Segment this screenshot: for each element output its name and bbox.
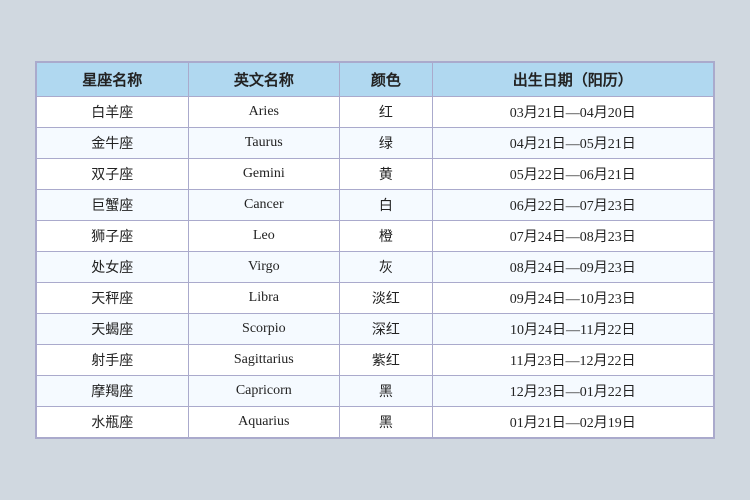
cell-chinese-name: 处女座 <box>37 252 189 283</box>
table-row: 摩羯座Capricorn黑12月23日—01月22日 <box>37 376 714 407</box>
cell-color: 红 <box>340 97 433 128</box>
cell-chinese-name: 天蝎座 <box>37 314 189 345</box>
table-row: 天秤座Libra淡红09月24日—10月23日 <box>37 283 714 314</box>
table-row: 水瓶座Aquarius黑01月21日—02月19日 <box>37 407 714 438</box>
table-header-row: 星座名称 英文名称 颜色 出生日期（阳历） <box>37 63 714 97</box>
cell-color: 深红 <box>340 314 433 345</box>
cell-dates: 05月22日—06月21日 <box>432 159 713 190</box>
cell-english-name: Taurus <box>188 128 340 159</box>
cell-color: 黑 <box>340 376 433 407</box>
cell-english-name: Sagittarius <box>188 345 340 376</box>
table-row: 狮子座Leo橙07月24日—08月23日 <box>37 221 714 252</box>
cell-dates: 04月21日—05月21日 <box>432 128 713 159</box>
cell-color: 橙 <box>340 221 433 252</box>
cell-english-name: Cancer <box>188 190 340 221</box>
cell-chinese-name: 水瓶座 <box>37 407 189 438</box>
cell-dates: 10月24日—11月22日 <box>432 314 713 345</box>
zodiac-table: 星座名称 英文名称 颜色 出生日期（阳历） 白羊座Aries红03月21日—04… <box>36 62 714 438</box>
cell-english-name: Virgo <box>188 252 340 283</box>
cell-dates: 01月21日—02月19日 <box>432 407 713 438</box>
cell-english-name: Leo <box>188 221 340 252</box>
header-chinese-name: 星座名称 <box>37 63 189 97</box>
cell-english-name: Gemini <box>188 159 340 190</box>
cell-dates: 06月22日—07月23日 <box>432 190 713 221</box>
cell-chinese-name: 射手座 <box>37 345 189 376</box>
table-row: 双子座Gemini黄05月22日—06月21日 <box>37 159 714 190</box>
cell-english-name: Aquarius <box>188 407 340 438</box>
cell-chinese-name: 双子座 <box>37 159 189 190</box>
cell-english-name: Scorpio <box>188 314 340 345</box>
cell-english-name: Aries <box>188 97 340 128</box>
table-row: 天蝎座Scorpio深红10月24日—11月22日 <box>37 314 714 345</box>
table-row: 射手座Sagittarius紫红11月23日—12月22日 <box>37 345 714 376</box>
cell-color: 灰 <box>340 252 433 283</box>
header-color: 颜色 <box>340 63 433 97</box>
cell-dates: 07月24日—08月23日 <box>432 221 713 252</box>
cell-color: 绿 <box>340 128 433 159</box>
cell-chinese-name: 天秤座 <box>37 283 189 314</box>
cell-color: 紫红 <box>340 345 433 376</box>
table-row: 金牛座Taurus绿04月21日—05月21日 <box>37 128 714 159</box>
header-dates: 出生日期（阳历） <box>432 63 713 97</box>
cell-chinese-name: 金牛座 <box>37 128 189 159</box>
cell-dates: 08月24日—09月23日 <box>432 252 713 283</box>
cell-dates: 03月21日—04月20日 <box>432 97 713 128</box>
cell-chinese-name: 狮子座 <box>37 221 189 252</box>
header-english-name: 英文名称 <box>188 63 340 97</box>
cell-chinese-name: 巨蟹座 <box>37 190 189 221</box>
cell-english-name: Capricorn <box>188 376 340 407</box>
cell-english-name: Libra <box>188 283 340 314</box>
cell-color: 淡红 <box>340 283 433 314</box>
zodiac-table-container: 星座名称 英文名称 颜色 出生日期（阳历） 白羊座Aries红03月21日—04… <box>35 61 715 439</box>
table-row: 白羊座Aries红03月21日—04月20日 <box>37 97 714 128</box>
cell-dates: 11月23日—12月22日 <box>432 345 713 376</box>
cell-chinese-name: 白羊座 <box>37 97 189 128</box>
table-row: 巨蟹座Cancer白06月22日—07月23日 <box>37 190 714 221</box>
cell-dates: 09月24日—10月23日 <box>432 283 713 314</box>
cell-color: 黑 <box>340 407 433 438</box>
cell-dates: 12月23日—01月22日 <box>432 376 713 407</box>
cell-chinese-name: 摩羯座 <box>37 376 189 407</box>
cell-color: 黄 <box>340 159 433 190</box>
table-body: 白羊座Aries红03月21日—04月20日金牛座Taurus绿04月21日—0… <box>37 97 714 438</box>
cell-color: 白 <box>340 190 433 221</box>
table-row: 处女座Virgo灰08月24日—09月23日 <box>37 252 714 283</box>
